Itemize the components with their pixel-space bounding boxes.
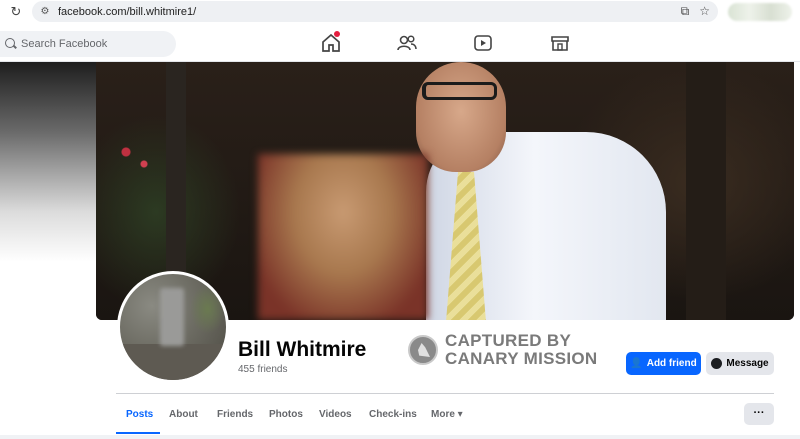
profile-avatar[interactable] — [117, 271, 229, 383]
friends-icon — [397, 35, 417, 51]
friends-count-link[interactable]: 455 friends — [238, 364, 287, 375]
search-box[interactable] — [0, 31, 176, 57]
install-app-icon[interactable]: ⧉ — [681, 4, 690, 19]
search-input[interactable] — [21, 38, 161, 50]
cover-left-fade — [0, 62, 96, 262]
video-nav-button[interactable] — [472, 33, 494, 53]
marketplace-icon — [551, 36, 569, 51]
notification-dot — [334, 31, 340, 37]
watermark-line-1: CAPTURED BY — [445, 331, 572, 350]
video-icon — [474, 35, 492, 51]
address-bar[interactable]: ⚙ facebook.com/bill.whitmire1/ ⧉ ☆ — [32, 1, 718, 22]
profile-name: Bill Whitmire — [238, 338, 367, 361]
search-icon — [5, 38, 17, 50]
canary-mission-watermark: CAPTURED BY CANARY MISSION — [408, 332, 598, 368]
cover-flowers — [116, 142, 156, 172]
reload-icon[interactable]: ↻ — [8, 4, 24, 20]
add-friend-button[interactable]: 👤 Add friend — [626, 352, 701, 375]
home-nav-button[interactable] — [320, 31, 342, 53]
cover-person-head — [416, 62, 506, 172]
tab-more[interactable]: More ▾ — [431, 409, 463, 420]
cover-person-glasses — [422, 82, 497, 100]
url-text: facebook.com/bill.whitmire1/ — [58, 5, 197, 18]
cover-blurred-person — [258, 154, 428, 320]
active-tab-indicator — [116, 432, 160, 434]
watermark-line-2: CANARY MISSION — [445, 349, 598, 368]
message-label: Message — [726, 358, 769, 369]
browser-toolbar: ↻ ⚙ facebook.com/bill.whitmire1/ ⧉ ☆ — [0, 0, 800, 24]
tab-videos[interactable]: Videos — [319, 409, 352, 420]
bookmark-star-icon[interactable]: ☆ — [699, 4, 710, 19]
browser-profile-blurred[interactable] — [728, 3, 792, 21]
tab-friends[interactable]: Friends — [217, 409, 253, 420]
tab-photos[interactable]: Photos — [269, 409, 303, 420]
friends-nav-button[interactable] — [396, 33, 418, 53]
message-button[interactable]: Message — [706, 352, 774, 375]
add-friend-icon: 👤 — [630, 358, 643, 369]
facebook-top-nav — [0, 24, 800, 62]
tab-posts[interactable]: Posts — [126, 409, 153, 420]
marketplace-nav-button[interactable] — [549, 33, 571, 53]
site-settings-icon[interactable]: ⚙ — [38, 5, 52, 19]
more-options-button[interactable]: ··· — [744, 403, 774, 425]
add-friend-label: Add friend — [646, 358, 697, 369]
canary-logo-icon — [408, 335, 438, 365]
tab-about[interactable]: About — [169, 409, 198, 420]
messenger-icon — [711, 358, 723, 369]
tab-check-ins[interactable]: Check-ins — [369, 409, 417, 420]
tabs-divider — [116, 393, 774, 394]
